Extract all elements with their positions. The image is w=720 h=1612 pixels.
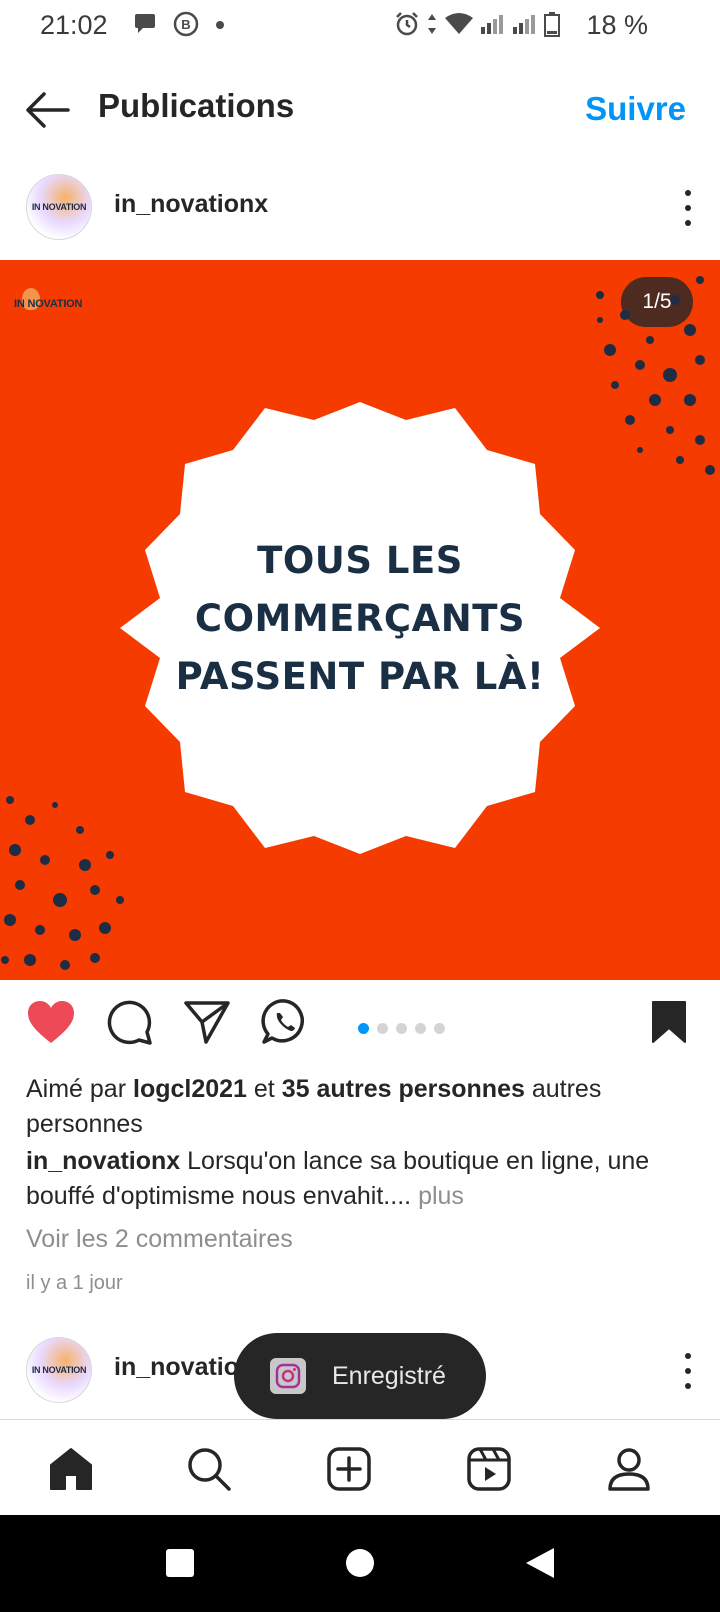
page-title: Publications (98, 87, 295, 124)
more-dot-icon (685, 1368, 691, 1374)
tab-search[interactable] (180, 1440, 238, 1498)
square-icon (166, 1549, 194, 1577)
carousel-dot (434, 1023, 445, 1034)
triangle-back-icon (526, 1548, 554, 1578)
headline-line-3: PASSENT PAR LÀ! (175, 655, 545, 698)
likes-user[interactable]: logcl2021 (133, 1075, 247, 1103)
carousel-indicator (358, 1023, 445, 1034)
data-arrows-icon (426, 12, 438, 41)
svg-text:B: B (181, 17, 190, 32)
instagram-icon (270, 1358, 306, 1394)
back-system-button[interactable] (520, 1543, 560, 1583)
more-dot-icon (685, 190, 691, 196)
comment-bubble-icon (107, 1000, 152, 1045)
back-arrow-icon (26, 92, 70, 128)
tab-profile[interactable] (600, 1440, 658, 1498)
home-system-button[interactable] (340, 1543, 380, 1583)
profile-icon (608, 1448, 650, 1491)
heart-filled-icon (28, 1001, 74, 1043)
tab-reels[interactable] (460, 1440, 518, 1498)
save-button[interactable] (640, 993, 698, 1051)
whatsapp-icon (261, 999, 304, 1044)
search-icon (188, 1448, 231, 1491)
circle-icon (346, 1549, 374, 1577)
post-headline: TOUS LES COMMERÇANTS PASSENT PAR LÀ! (150, 532, 570, 706)
carousel-dot (415, 1023, 426, 1034)
battery-percent: 18 % (586, 10, 648, 40)
avatar[interactable]: IN NOVATION (26, 1337, 92, 1403)
view-comments-link[interactable]: Voir les 2 commentaires (26, 1225, 293, 1254)
avatar-logo-text: IN NOVATION (31, 1365, 87, 1375)
signal-icon-2 (512, 12, 538, 41)
top-navigation: Publications Suivre (0, 75, 720, 145)
post-caption[interactable]: in_novationx Lorsqu'on lance sa boutique… (26, 1144, 706, 1214)
avatar[interactable]: IN NOVATION (26, 174, 92, 240)
bottom-navigation (0, 1419, 720, 1515)
chat-notification-icon (132, 11, 158, 42)
wifi-icon (444, 12, 474, 41)
avatar-logo-text: IN NOVATION (31, 202, 87, 212)
status-time: 21:02 (40, 10, 108, 40)
reels-icon (467, 1447, 511, 1491)
carousel-dot (396, 1023, 407, 1034)
home-icon (50, 1448, 92, 1490)
battery-icon (544, 11, 560, 42)
system-navigation-bar (0, 1515, 720, 1612)
paper-plane-icon (184, 1001, 230, 1044)
back-button[interactable] (22, 85, 72, 135)
likes-count[interactable]: 35 autres personnes (282, 1075, 525, 1103)
bookmark-filled-icon (652, 1001, 686, 1043)
recents-button[interactable] (160, 1543, 200, 1583)
saved-toast: Enregistré (234, 1333, 486, 1419)
dot-icon (214, 18, 226, 36)
b-notification-icon: B (172, 10, 200, 43)
more-dot-icon (685, 205, 691, 211)
more-dot-icon (685, 1383, 691, 1389)
add-post-icon (327, 1447, 371, 1491)
status-bar: 21:02 B 18 % (0, 0, 720, 50)
comment-button[interactable] (100, 993, 158, 1051)
post-header: IN NOVATION in_novationx (0, 172, 720, 244)
alarm-icon (394, 11, 420, 42)
tab-home[interactable] (42, 1440, 100, 1498)
whatsapp-share-button[interactable] (256, 993, 314, 1051)
more-options-button[interactable] (674, 1349, 702, 1393)
more-dot-icon (685, 1353, 691, 1359)
caption-username[interactable]: in_novationx (26, 1147, 180, 1175)
headline-line-2: COMMERÇANTS (194, 597, 526, 640)
signal-icon (480, 12, 506, 41)
share-button[interactable] (178, 993, 236, 1051)
carousel-dot-active (358, 1023, 369, 1034)
likes-prefix: Aimé par (26, 1075, 127, 1103)
caption-more-link[interactable]: plus (418, 1182, 464, 1210)
status-system-icons (394, 11, 560, 42)
toast-text: Enregistré (332, 1362, 446, 1390)
status-notification-icons: B (132, 10, 226, 43)
post-image[interactable]: IN NOVATION 1/5 TOUS LES COMMERÇANTS PAS… (0, 260, 720, 980)
more-options-button[interactable] (674, 186, 702, 230)
carousel-dot (377, 1023, 388, 1034)
post-timestamp: il y a 1 jour (26, 1272, 123, 1294)
headline-line-1: TOUS LES (257, 539, 463, 582)
likes-middle: et (253, 1075, 275, 1103)
likes-summary[interactable]: Aimé par logcl2021 et 35 autres personne… (26, 1072, 706, 1142)
tab-create[interactable] (320, 1440, 378, 1498)
post-username[interactable]: in_novationx (114, 190, 268, 219)
follow-button[interactable]: Suivre (585, 90, 686, 128)
like-button[interactable] (22, 993, 80, 1051)
more-dot-icon (685, 220, 691, 226)
